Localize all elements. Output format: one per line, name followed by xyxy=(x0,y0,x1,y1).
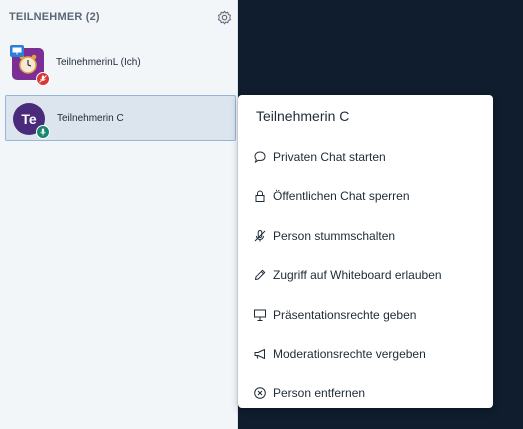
megaphone-icon xyxy=(254,349,265,359)
participant-name: Teilnehmerin C xyxy=(57,113,124,124)
participant-name: TeilnehmerinL (Ich) xyxy=(56,57,141,68)
menu-item-moderator-rights[interactable]: Moderationsrechte vergeben xyxy=(238,339,493,369)
presentation-screen-icon xyxy=(12,47,22,55)
menu-item-label: Präsentationsrechte geben xyxy=(273,308,417,322)
participants-header: TEILNEHMER (2) xyxy=(9,11,100,23)
mic-active-badge xyxy=(36,125,50,139)
chat-bubble-icon xyxy=(254,151,266,164)
microphone-muted-icon xyxy=(39,75,47,83)
mic-muted-badge xyxy=(36,72,50,86)
participant-row-self[interactable]: TeilnehmerinL (Ich) xyxy=(5,40,236,86)
remove-circle-icon xyxy=(254,387,266,399)
menu-item-label: Moderationsrechte vergeben xyxy=(273,347,426,361)
menu-item-whiteboard-access[interactable]: Zugriff auf Whiteboard erlauben xyxy=(238,260,493,290)
menu-item-private-chat[interactable]: Privaten Chat starten xyxy=(238,142,493,172)
participant-context-menu: Teilnehmerin C Privaten Chat starten Öff… xyxy=(238,95,493,408)
lock-icon xyxy=(255,190,265,202)
participant-row-selected[interactable]: Te Teilnehmerin C xyxy=(5,95,236,141)
menu-item-label: Person entfernen xyxy=(273,386,366,400)
menu-item-mute-person[interactable]: Person stummschalten xyxy=(238,221,493,251)
pencil-icon xyxy=(255,269,266,280)
menu-item-presentation-rights[interactable]: Präsentationsrechte geben xyxy=(238,300,493,330)
microphone-icon xyxy=(40,128,46,136)
menu-item-label: Öffentlichen Chat sperren xyxy=(273,189,410,203)
menu-item-lock-public-chat[interactable]: Öffentlichen Chat sperren xyxy=(238,181,493,211)
menu-item-label: Privaten Chat starten xyxy=(273,150,386,164)
participants-sidebar: TEILNEHMER (2) TeilnehmerinL (Ich) Te Te… xyxy=(0,0,238,429)
avatar xyxy=(10,45,50,86)
microphone-muted-icon xyxy=(254,230,266,242)
gear-icon[interactable] xyxy=(217,10,232,25)
menu-item-label: Zugriff auf Whiteboard erlauben xyxy=(273,268,442,282)
context-menu-title: Teilnehmerin C xyxy=(256,108,350,124)
presentation-icon xyxy=(254,309,266,321)
menu-item-label: Person stummschalten xyxy=(273,229,396,243)
presenter-badge xyxy=(10,45,24,57)
menu-item-remove-person[interactable]: Person entfernen xyxy=(238,378,493,408)
avatar: Te xyxy=(13,103,50,139)
